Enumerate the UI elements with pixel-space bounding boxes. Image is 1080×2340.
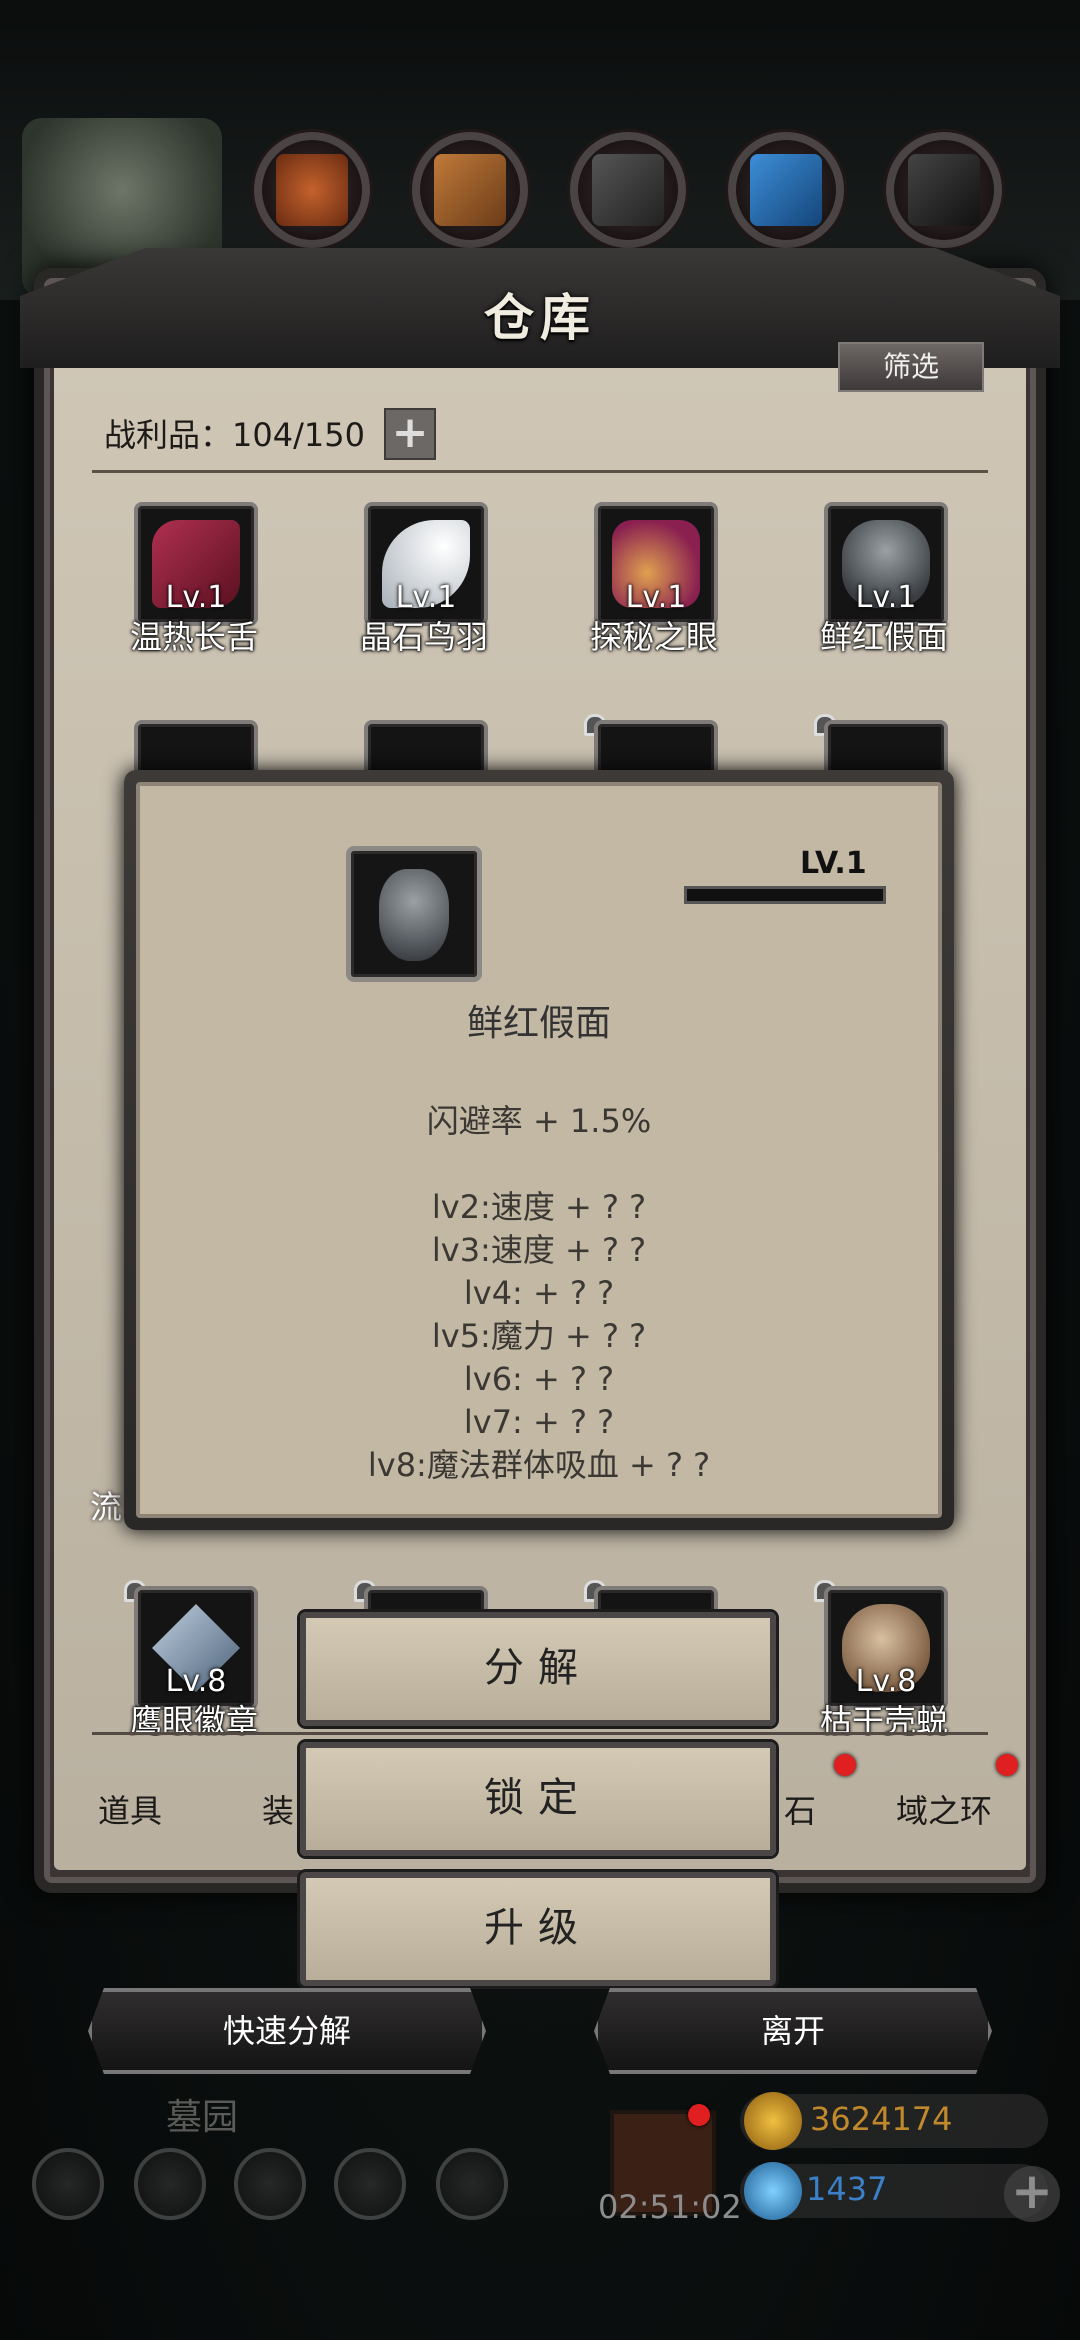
item-slot[interactable]: Lv.1 鲜红假面 xyxy=(784,502,984,672)
expand-capacity-button[interactable]: + xyxy=(384,408,436,460)
item-level: Lv.1 xyxy=(625,580,687,615)
handshake-icon[interactable] xyxy=(436,2148,508,2220)
upgrade-button[interactable]: 升级 xyxy=(300,1872,776,1986)
mail-icon[interactable] xyxy=(334,2148,406,2220)
item-level: Lv.8 xyxy=(855,1664,917,1699)
stat-line: lv6: + ? ? xyxy=(463,1360,615,1398)
item-detail-level: LV.1 xyxy=(800,846,867,881)
tab-stones[interactable]: 石 xyxy=(784,1786,816,1832)
item-name: 鲜红假面 xyxy=(819,618,948,656)
iron-resource-icon xyxy=(886,132,1002,248)
stat-line: lv5:魔力 + ? ? xyxy=(431,1317,647,1355)
stat-line: lv4: + ? ? xyxy=(463,1274,615,1312)
gem-amount: 1437 xyxy=(806,2170,888,2208)
notification-dot xyxy=(996,1754,1018,1776)
item-level: Lv.1 xyxy=(395,580,457,615)
item-slot[interactable]: Lv.1 温热长舌 xyxy=(94,502,294,672)
gem-icon xyxy=(744,2162,802,2220)
stat-line: lv3:速度 + ? ? xyxy=(431,1231,647,1269)
item-name: 晶石鸟羽 xyxy=(359,618,488,656)
lock-button[interactable]: 锁定 xyxy=(300,1742,776,1856)
tab-ring[interactable]: 域之环 xyxy=(896,1786,992,1832)
level-progress-bar xyxy=(684,886,886,904)
item-detail-name: 鲜红假面 xyxy=(466,1003,611,1044)
decompose-button[interactable]: 分解 xyxy=(300,1612,776,1726)
meat-resource-icon xyxy=(254,132,370,248)
location-label: 墓园 xyxy=(166,2097,239,2138)
mask-icon xyxy=(379,869,449,961)
item-detail-icon xyxy=(346,846,482,982)
book-icon[interactable] xyxy=(234,2148,306,2220)
quick-decompose-button[interactable]: 快速分解 xyxy=(88,1988,486,2074)
stat-line: lv8:魔法群体吸血 + ? ? xyxy=(367,1446,711,1484)
item-slot[interactable]: Lv.8 鹰眼徽章 xyxy=(94,1580,294,1756)
item-level: Lv.1 xyxy=(855,580,917,615)
item-slot[interactable]: Lv.8 枯干壳蜕 xyxy=(784,1580,984,1756)
notification-dot xyxy=(688,2104,710,2126)
tab-equipment[interactable]: 装 xyxy=(262,1786,294,1832)
leave-button[interactable]: 离开 xyxy=(594,1988,992,2074)
tabs-divider xyxy=(92,1732,988,1735)
page-title: 仓库 xyxy=(484,288,596,347)
item-detail-stats: 闪避率 + 1.5% lv2:速度 + ? ? lv3:速度 + ? ? lv4… xyxy=(124,1100,954,1487)
item-name: 鹰眼徽章 xyxy=(129,1702,258,1736)
filter-button[interactable]: 筛选 xyxy=(838,342,984,392)
loot-count: 战利品：104/150 xyxy=(104,416,365,454)
stat-spacer xyxy=(124,1143,954,1186)
settings-icon[interactable] xyxy=(32,2148,104,2220)
divider xyxy=(92,470,988,473)
gold-coin-icon xyxy=(744,2092,802,2150)
item-level: Lv.1 xyxy=(165,580,227,615)
partial-item-name: 流 xyxy=(90,1488,123,1526)
notification-dot xyxy=(834,1754,856,1776)
stat-line: lv2:速度 + ? ? xyxy=(431,1188,647,1226)
item-name: 温热长舌 xyxy=(129,618,258,656)
stat-line: lv7: + ? ? xyxy=(463,1403,615,1441)
item-level: Lv.8 xyxy=(165,1664,227,1699)
countdown-timer: 02:51:02 xyxy=(598,2188,742,2226)
item-slot[interactable]: Lv.1 晶石鸟羽 xyxy=(324,502,524,672)
item-slot[interactable]: Lv.1 探秘之眼 xyxy=(554,502,754,672)
star-icon[interactable] xyxy=(134,2148,206,2220)
add-currency-button[interactable]: + xyxy=(1004,2166,1060,2222)
stone-resource-icon xyxy=(570,132,686,248)
wood-resource-icon xyxy=(412,132,528,248)
item-name: 枯干壳蜕 xyxy=(819,1702,948,1736)
tab-items[interactable]: 道具 xyxy=(98,1786,162,1832)
item-name: 探秘之眼 xyxy=(589,618,718,656)
gold-amount: 3624174 xyxy=(810,2100,953,2138)
stat-line: 闪避率 + 1.5% xyxy=(426,1102,652,1140)
crystal-resource-icon xyxy=(728,132,844,248)
